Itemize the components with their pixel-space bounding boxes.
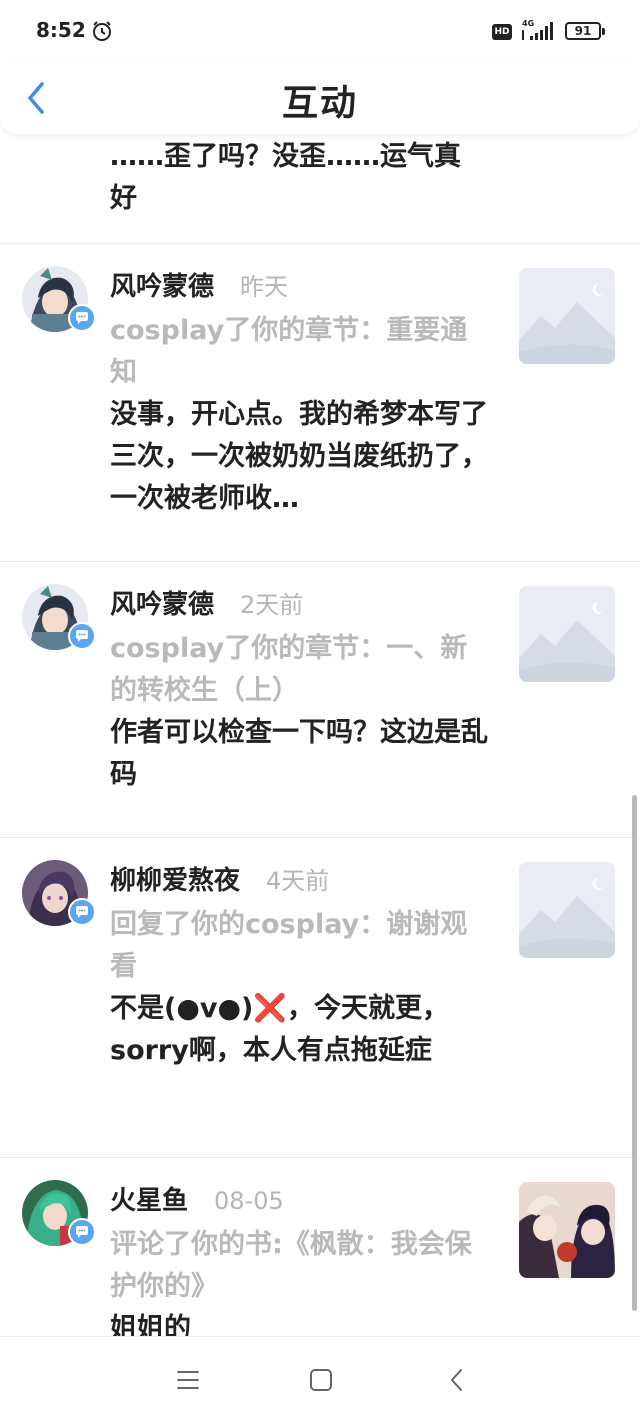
action-text: 回复了你的cosplay：谢谢观看 [110,909,468,982]
chapter-thumbnail[interactable] [519,268,615,364]
hd-badge: HD [492,24,512,40]
book-cover-icon [519,1182,615,1278]
user-name[interactable]: 风吟蒙德 [110,266,214,303]
message-badge [68,622,96,650]
menu-icon[interactable] [175,1367,201,1393]
user-name[interactable]: 风吟蒙德 [110,584,214,621]
comment-text: 姐姐的 [110,1313,191,1336]
home-icon[interactable] [308,1367,334,1393]
chat-bubble-icon [76,906,88,918]
page-title: 互动 [281,83,358,124]
book-cover[interactable] [519,1182,615,1278]
action-text: cosplay了你的章节：一、新的转校生（上） [110,633,468,706]
list-item[interactable]: 柳柳爱熬夜 4天前 回复了你的cosplay：谢谢观看 不是(●v●)❌，今天就… [0,838,640,1158]
network-label: 4G [522,19,534,28]
chapter-thumbnail[interactable] [519,862,615,958]
user-name[interactable]: 柳柳爱熬夜 [110,860,240,897]
message-badge [68,304,96,332]
message-badge [68,1218,96,1246]
list-item[interactable]: 风吟蒙德 2天前 cosplay了你的章节：一、新的转校生（上） 作者可以检查一… [0,562,640,838]
system-nav-bar [0,1336,640,1422]
timestamp: 08-05 [214,1187,284,1215]
header: 互动 [0,62,640,134]
placeholder-image-icon [519,862,615,958]
interaction-feed[interactable]: ……歪了吗？没歪……运气真好 风吟蒙德 昨天 cosplay了你的章节：重要通知 [0,134,640,1336]
signal-icon: 4G [522,19,553,40]
timestamp: 昨天 [240,273,289,301]
comment-text: 不是(●v●)❌，今天就更，sorry啊，本人有点拖延症 [110,993,450,1066]
chapter-thumbnail[interactable] [519,586,615,682]
comment-text: 作者可以检查一下吗？这边是乱码 [110,717,488,790]
action-text: cosplay了你的章节：重要通知 [110,315,468,388]
status-bar: 8:52 HD 4G 91 [0,0,640,62]
user-name[interactable]: 火星鱼 [110,1180,188,1217]
list-item[interactable]: 火星鱼 08-05 评论了你的书:《枫散：我会保护你的》 姐姐的 [0,1158,640,1336]
action-text: 评论了你的书:《枫散：我会保护你的》 [110,1229,472,1302]
list-item[interactable]: 风吟蒙德 昨天 cosplay了你的章节：重要通知 没事，开心点。我的希梦本写了… [0,244,640,562]
message-badge [68,898,96,926]
name-row: 火星鱼 08-05 [110,1180,284,1220]
placeholder-image-icon [519,268,615,364]
name-row: 风吟蒙德 昨天 [110,266,288,306]
scrollbar[interactable] [632,795,637,1311]
comment-text: 没事，开心点。我的希梦本写了三次，一次被奶奶当废纸扔了，一次被老师收… [110,399,488,514]
timestamp: 4天前 [266,867,330,895]
back-icon[interactable] [444,1367,470,1393]
chat-bubble-icon [76,1226,88,1238]
status-time: 8:52 [36,18,86,42]
chat-bubble-icon [76,312,88,324]
battery-indicator: 91 [565,22,605,40]
name-row: 风吟蒙德 2天前 [110,584,303,624]
list-item[interactable]: ……歪了吗？没歪……运气真好 [0,134,640,244]
comment-text: ……歪了吗？没歪……运气真好 [110,141,461,214]
alarm-icon [93,21,111,41]
placeholder-image-icon [519,586,615,682]
name-row: 柳柳爱熬夜 4天前 [110,860,329,900]
timestamp: 2天前 [240,591,304,619]
chat-bubble-icon [76,630,88,642]
